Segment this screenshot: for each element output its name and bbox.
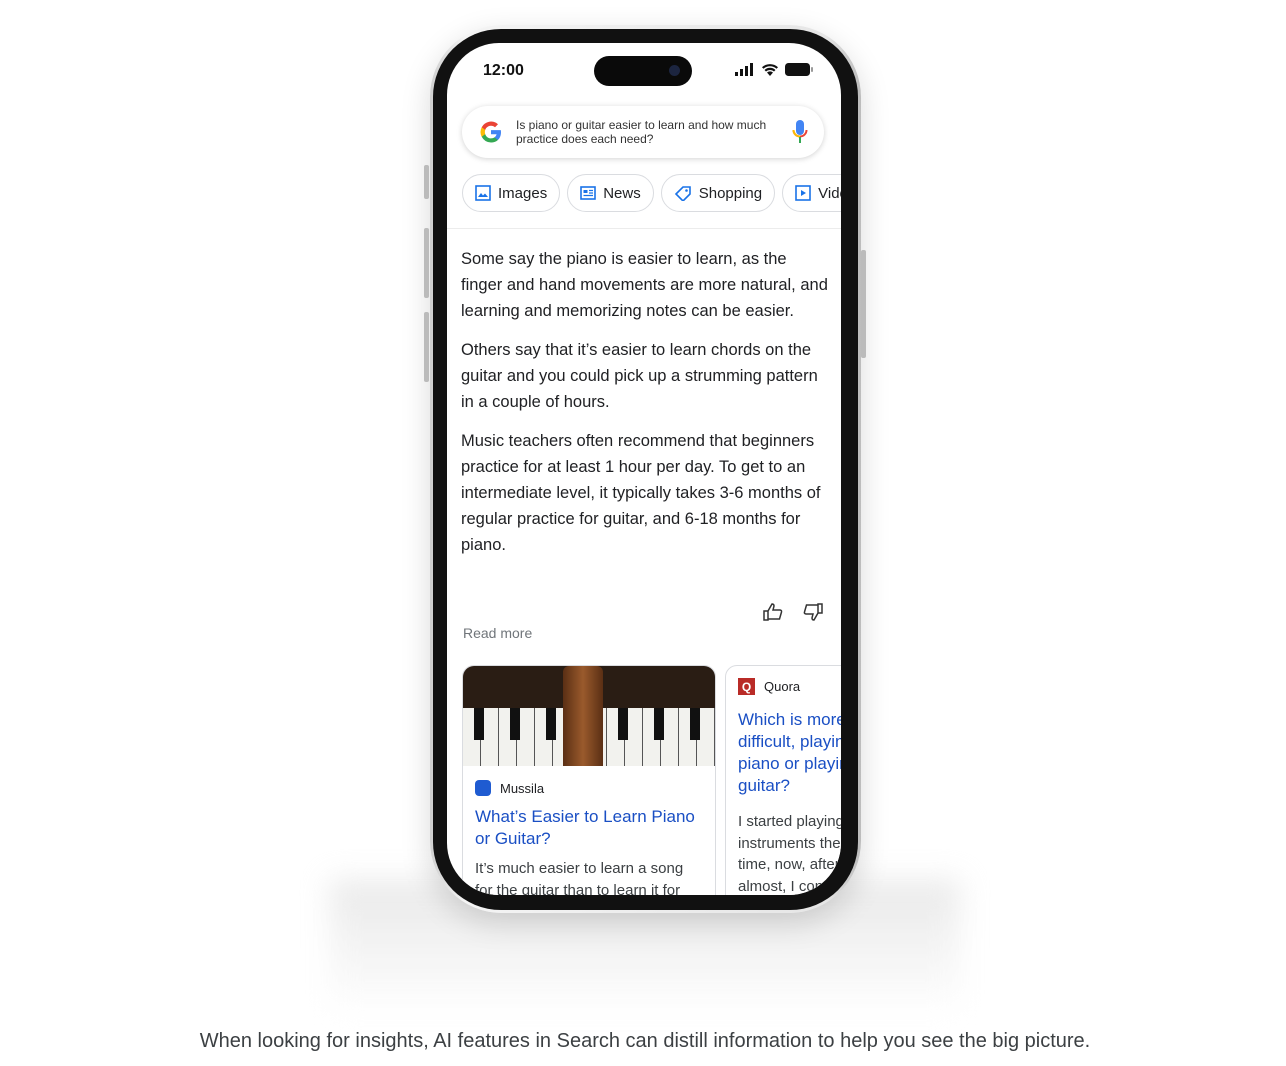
chip-label: Images (498, 184, 548, 202)
caption: When looking for insights, AI features i… (199, 1030, 1091, 1052)
volume-up-button (424, 228, 429, 298)
chip-images[interactable]: Images (462, 174, 561, 212)
answer-paragraph: Some say the piano is easier to learn, a… (461, 250, 828, 320)
volume-down-button (424, 312, 429, 382)
search-bar[interactable]: Is piano or guitar easier to learn and h… (462, 106, 824, 158)
thumbs-up-icon[interactable] (763, 603, 783, 621)
quora-favicon-icon: Q (738, 678, 755, 695)
card-source: Quora (764, 679, 801, 694)
read-more-link[interactable]: Read more (463, 625, 532, 641)
source-card[interactable]: Mussila What’s Easier to Learn Piano or … (462, 665, 716, 895)
battery-icon (785, 63, 813, 76)
action-button (424, 165, 429, 199)
card-snippet: It’s much easier to learn a song for the… (475, 860, 684, 895)
ai-overview: Some say the piano is easier to learn, a… (461, 246, 831, 571)
chip-label: Videos (818, 184, 841, 202)
wifi-icon (762, 64, 778, 76)
card-source: Mussila (500, 780, 545, 796)
status-time: 12:00 (483, 62, 524, 79)
phone-screen: 12:00 Is piano or guitar easier to learn… (447, 43, 841, 895)
status-icons (735, 63, 813, 76)
card-title[interactable]: What’s Easier to Learn Piano or Guitar? (475, 806, 703, 850)
news-icon (580, 186, 597, 200)
feedback-buttons (763, 603, 823, 621)
search-query[interactable]: Is piano or guitar easier to learn and h… (516, 118, 792, 146)
camera-icon (669, 65, 680, 76)
google-logo-icon (480, 121, 501, 143)
power-button (861, 250, 866, 358)
mic-icon[interactable] (792, 119, 808, 145)
play-icon (795, 185, 811, 201)
chip-label: Shopping (698, 184, 763, 202)
answer-paragraph: Music teachers often recommend that begi… (461, 432, 821, 554)
search-filter-chips: Images News Shopping Videos (462, 174, 841, 212)
signal-icon (735, 63, 753, 76)
source-card[interactable]: Q Quora Which is more difficult, playing … (725, 665, 841, 895)
chip-shopping[interactable]: Shopping (660, 174, 776, 212)
mussila-favicon-icon (475, 780, 491, 796)
thumbs-down-icon[interactable] (803, 603, 823, 621)
tag-icon (674, 186, 691, 201)
card-snippet: I started playing both instruments the s… (738, 813, 841, 895)
card-title[interactable]: Which is more difficult, playing piano o… (738, 709, 841, 797)
dynamic-island (594, 56, 692, 86)
answer-paragraph: Others say that it’s easier to learn cho… (461, 341, 818, 411)
chip-news[interactable]: News (567, 174, 654, 212)
divider (447, 228, 841, 229)
image-icon (475, 185, 491, 201)
chip-videos[interactable]: Videos (782, 174, 841, 212)
chip-label: News (603, 184, 641, 202)
piano-guitar-image (463, 666, 715, 766)
